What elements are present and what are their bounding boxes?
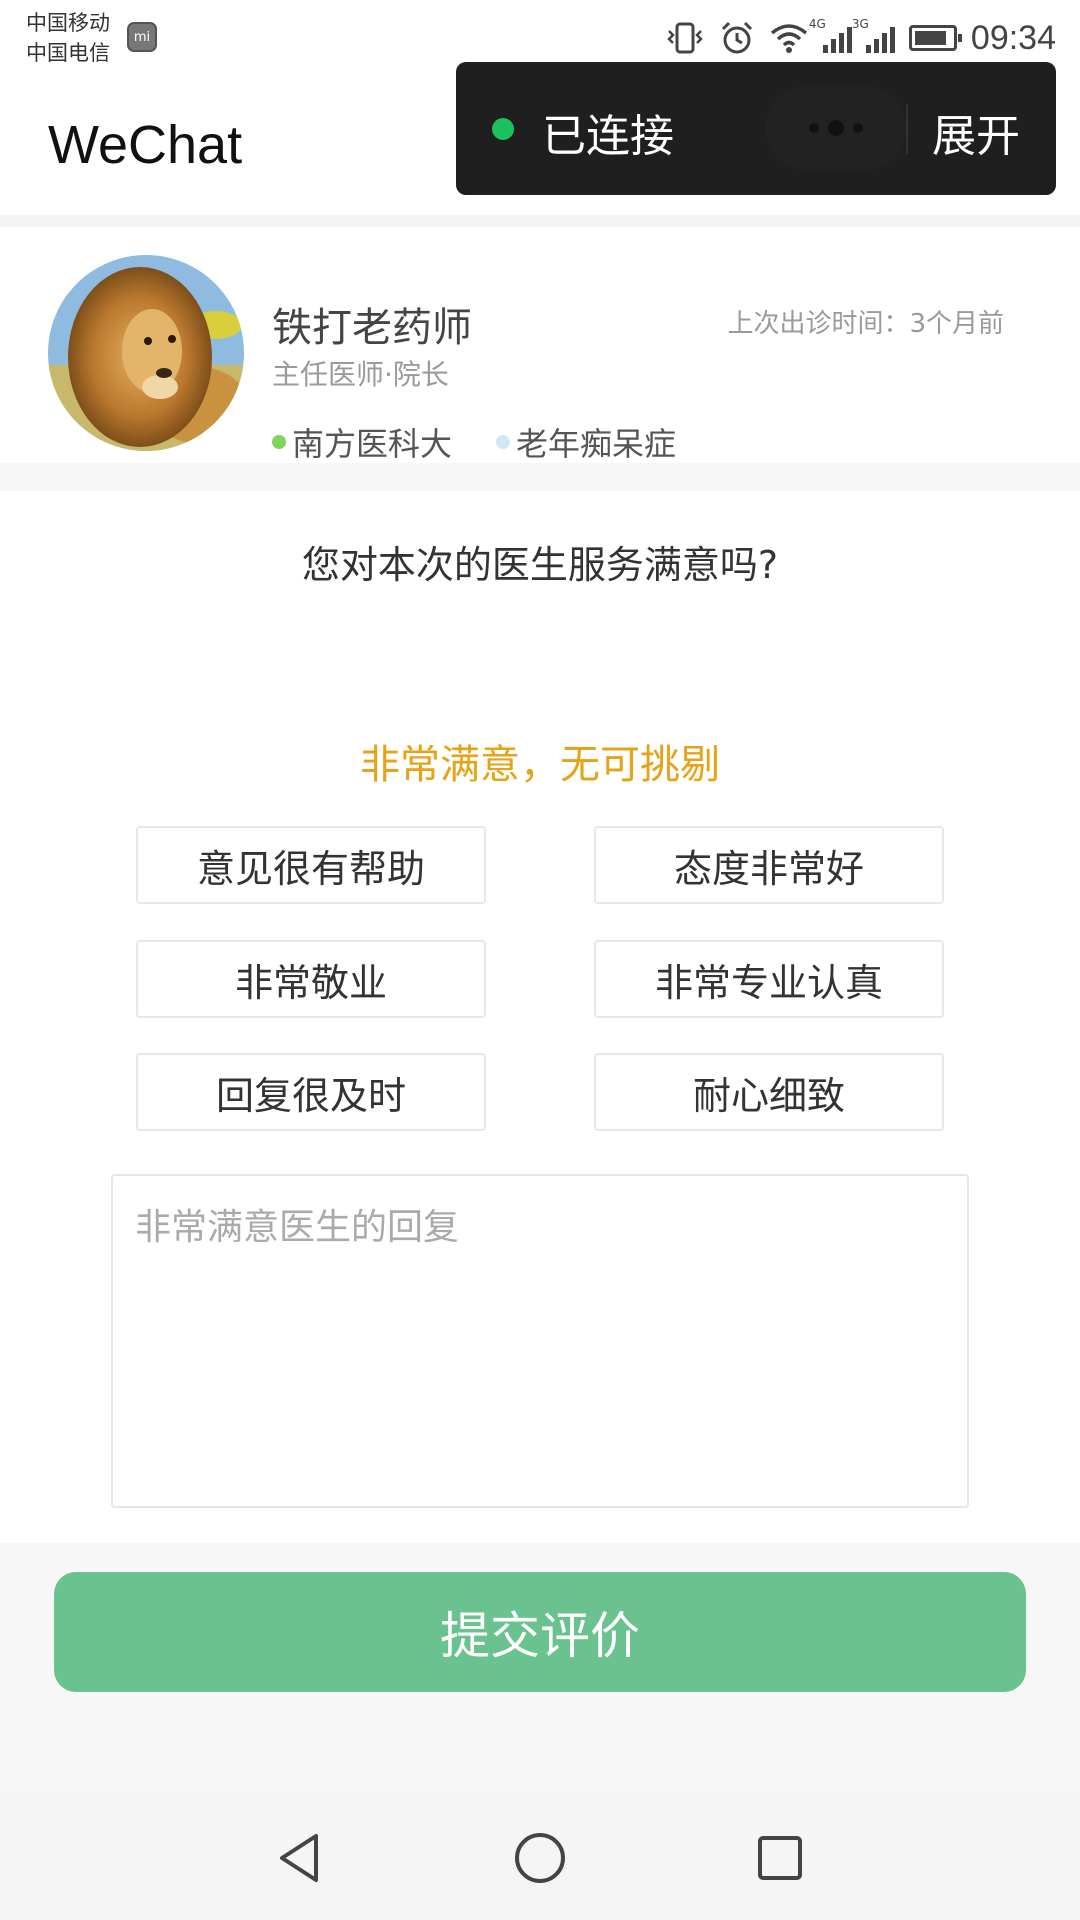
- home-button[interactable]: [505, 1823, 575, 1893]
- tag-label: 老年痴呆症: [516, 425, 677, 463]
- doctor-card: 铁打老药师 主任医师·院长 上次出诊时间：3个月前 南方医科大 老年痴呆症: [0, 227, 1080, 463]
- connection-status: 已连接: [542, 111, 674, 162]
- app-title: WeChat: [48, 115, 243, 175]
- doctor-name: 铁打老药师: [272, 305, 472, 351]
- alarm-icon: [719, 20, 755, 56]
- mi-icon: mi: [127, 22, 157, 52]
- network-4g-label: 4G: [808, 17, 826, 31]
- square-recents-icon: [758, 1836, 802, 1880]
- option-chip[interactable]: 耐心细致: [594, 1053, 944, 1131]
- wifi-icon: [769, 21, 809, 55]
- back-button[interactable]: [265, 1823, 335, 1893]
- option-chip[interactable]: 非常专业认真: [594, 940, 944, 1018]
- carrier-2: 中国电信: [26, 41, 110, 65]
- connection-capsule[interactable]: 已连接 展开: [456, 62, 1056, 195]
- connected-dot-icon: [492, 118, 514, 140]
- green-dot-icon: [272, 435, 286, 449]
- option-chip[interactable]: 意见很有帮助: [136, 826, 486, 904]
- capsule-divider: [906, 104, 908, 154]
- section-divider: [0, 463, 1080, 491]
- doctor-title: 主任医师·院长: [272, 358, 449, 391]
- signal-3g-icon: 3G: [852, 17, 895, 53]
- survey-question: 您对本次的医生服务满意吗?: [301, 543, 779, 587]
- comment-box: [111, 1174, 969, 1508]
- system-nav-bar: [0, 1793, 1080, 1920]
- signal-4g-icon: 4G: [809, 17, 852, 53]
- doctor-avatar: [48, 255, 244, 451]
- option-chip[interactable]: 回复很及时: [136, 1053, 486, 1131]
- more-icon[interactable]: [766, 86, 906, 170]
- vibrate-icon: [665, 21, 705, 55]
- blue-dot-icon: [496, 435, 511, 449]
- lion-avatar-icon: [48, 255, 244, 451]
- comment-input[interactable]: [135, 1198, 945, 1484]
- expand-button[interactable]: 展开: [932, 100, 1020, 164]
- section-divider: [0, 215, 1080, 227]
- clock: 09:34: [970, 18, 1056, 57]
- tag-hospital: 南方医科大: [272, 419, 452, 465]
- carrier-1: 中国移动: [26, 11, 110, 35]
- tag-specialty: 老年痴呆症: [496, 419, 676, 465]
- battery-icon: [908, 25, 962, 51]
- screen: 中国移动 中国电信 mi 4G 3G 09:34 WeChat 已连接 展开 铁…: [0, 0, 1080, 1920]
- last-visit-time: 上次出诊时间：3个月前: [727, 309, 1004, 339]
- option-chip[interactable]: 态度非常好: [594, 826, 944, 904]
- network-3g-label: 3G: [851, 17, 869, 31]
- option-chip[interactable]: 非常敬业: [136, 940, 486, 1018]
- rating-text: 非常满意，无可挑剔: [360, 742, 720, 788]
- carrier-info: 中国移动 中国电信: [26, 8, 110, 68]
- circle-home-icon: [515, 1833, 565, 1883]
- status-icons: 4G 3G 09:34: [665, 14, 1056, 62]
- recents-button[interactable]: [745, 1823, 815, 1893]
- tag-label: 南方医科大: [292, 425, 453, 463]
- triangle-back-icon: [280, 1834, 318, 1882]
- submit-review-button[interactable]: 提交评价: [54, 1572, 1026, 1692]
- doctor-tags: 南方医科大 老年痴呆症: [272, 419, 676, 465]
